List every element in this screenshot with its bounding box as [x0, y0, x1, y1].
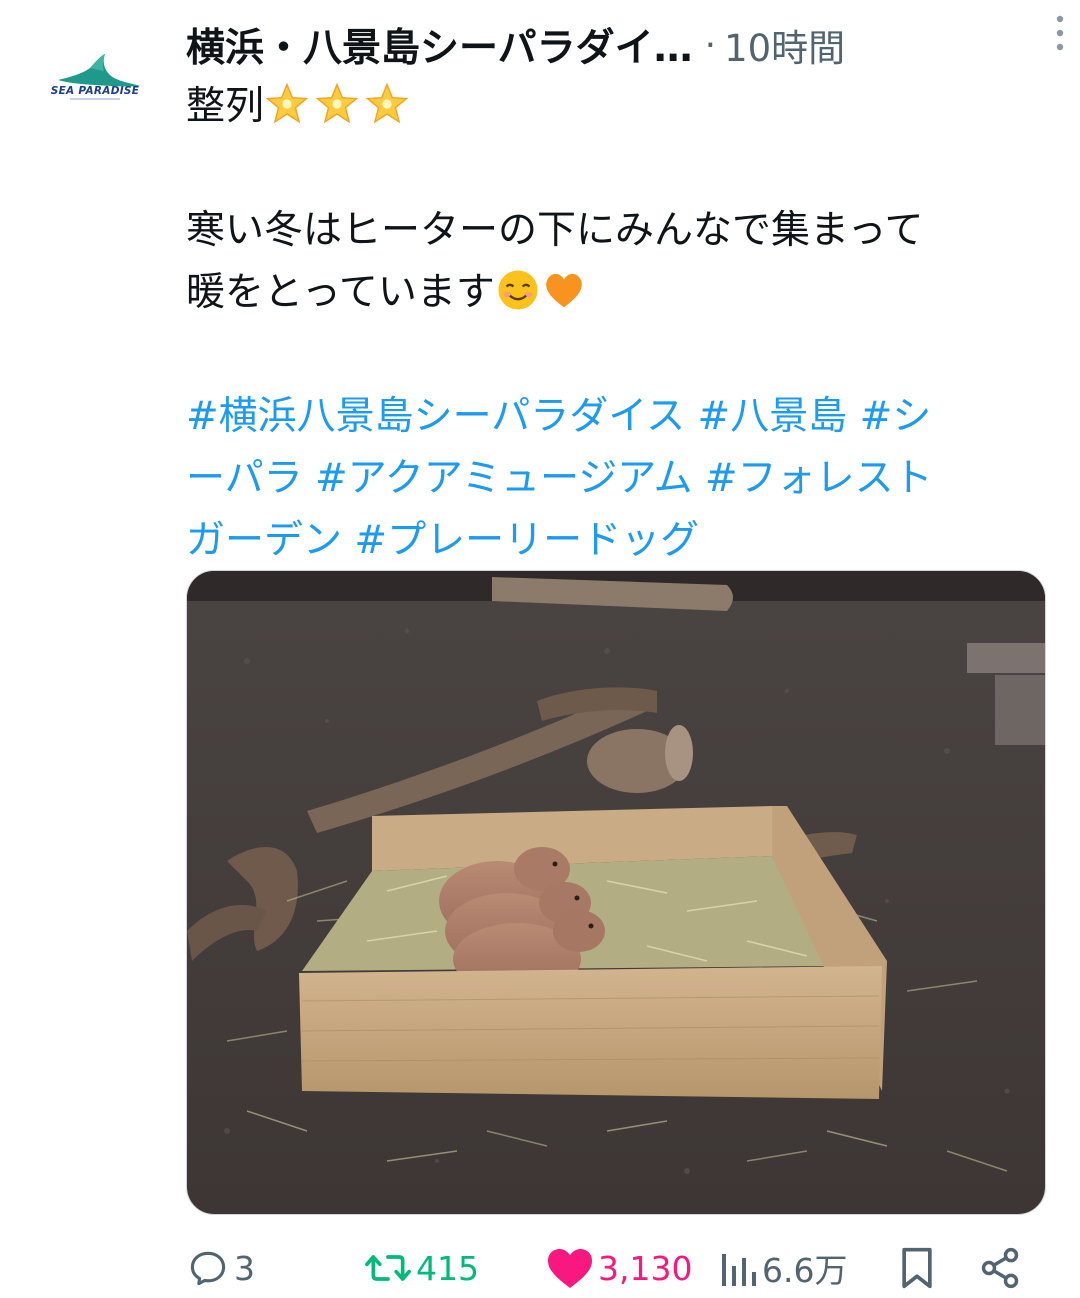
hashtag-line-2: ーパラ #アクアミュージアム #フォレスト	[186, 448, 1046, 510]
tweet-actions: 3 415 3,130 6.6万	[186, 1238, 1046, 1298]
tweet-text: 整列 寒い冬はヒーターの下にみんなで集まって 暖をとっています #横浜八景島シー…	[186, 76, 1046, 572]
hashtag-line-3: ガーデン #プレーリードッグ	[186, 510, 1046, 572]
tweet-text-line-1: 整列	[186, 76, 1046, 138]
reply-button[interactable]: 3	[186, 1238, 255, 1298]
tweet-text-line-3: 暖をとっています	[186, 262, 1046, 324]
hashtag-link[interactable]: ーパラ	[186, 456, 303, 501]
author-avatar[interactable]: SEA PARADISE	[30, 22, 160, 152]
share-button[interactable]	[978, 1238, 1022, 1298]
retweet-button[interactable]: 415	[364, 1238, 479, 1298]
tweet-text-segment: 整列	[186, 84, 265, 129]
hashtag-link[interactable]: #八景島	[698, 394, 848, 439]
reply-icon	[190, 1251, 226, 1286]
like-count: 3,130	[598, 1248, 693, 1288]
bookmark-icon	[902, 1247, 932, 1289]
share-icon	[981, 1247, 1019, 1289]
hashtag-link[interactable]: #プレーリードッグ	[354, 518, 699, 563]
smiling-face-emoji	[498, 270, 538, 310]
hashtag-link[interactable]: #フォレスト	[705, 456, 933, 501]
tweet-text-segment: 暖をとっています	[186, 270, 495, 315]
tweet-photo[interactable]	[186, 570, 1046, 1215]
bookmark-button[interactable]	[898, 1238, 936, 1298]
more-vertical-icon	[1056, 15, 1064, 51]
views-count: 6.6万	[762, 1251, 848, 1290]
tweet-text-line-2: 寒い冬はヒーターの下にみんなで集まって	[186, 208, 924, 253]
reply-count: 3	[234, 1248, 255, 1288]
hashtag-line-1: #横浜八景島シーパラダイス #八景島 #シ	[186, 386, 1046, 448]
glowing-star-emoji	[315, 82, 359, 124]
glowing-star-emoji	[365, 82, 409, 124]
retweet-count: 415	[416, 1248, 479, 1288]
hashtag-link[interactable]: #横浜八景島シーパラダイス	[186, 394, 685, 439]
avatar-logo-text: SEA PARADISE	[51, 85, 140, 97]
views-button[interactable]: 6.6万	[718, 1238, 847, 1298]
tweet-body: 横浜・八景島シーパラダイ… · 10時間 整列 寒い冬はヒーターの下にみんなで集…	[186, 14, 1046, 572]
photo-prairie-dogs	[187, 571, 1045, 1214]
like-button[interactable]: 3,130	[546, 1238, 692, 1298]
more-options-button[interactable]	[1040, 8, 1080, 58]
tweet-timestamp[interactable]: 10時間	[724, 18, 845, 72]
retweet-icon	[365, 1255, 411, 1281]
sea-paradise-logo-icon: SEA PARADISE	[51, 54, 140, 100]
author-display-name[interactable]: 横浜・八景島シーパラダイ…	[186, 17, 693, 73]
hashtag-link[interactable]: #アクアミュージアム	[315, 456, 692, 501]
heart-icon	[548, 1249, 592, 1288]
hashtag-link[interactable]: #シ	[860, 394, 932, 439]
tweet-header: 横浜・八景島シーパラダイ… · 10時間	[186, 14, 1046, 76]
views-chart-icon	[722, 1254, 756, 1286]
header-separator: ·	[704, 24, 717, 66]
hashtag-link[interactable]: ガーデン	[186, 518, 342, 563]
orange-heart-emoji	[546, 273, 582, 308]
glowing-star-emoji	[265, 82, 309, 124]
